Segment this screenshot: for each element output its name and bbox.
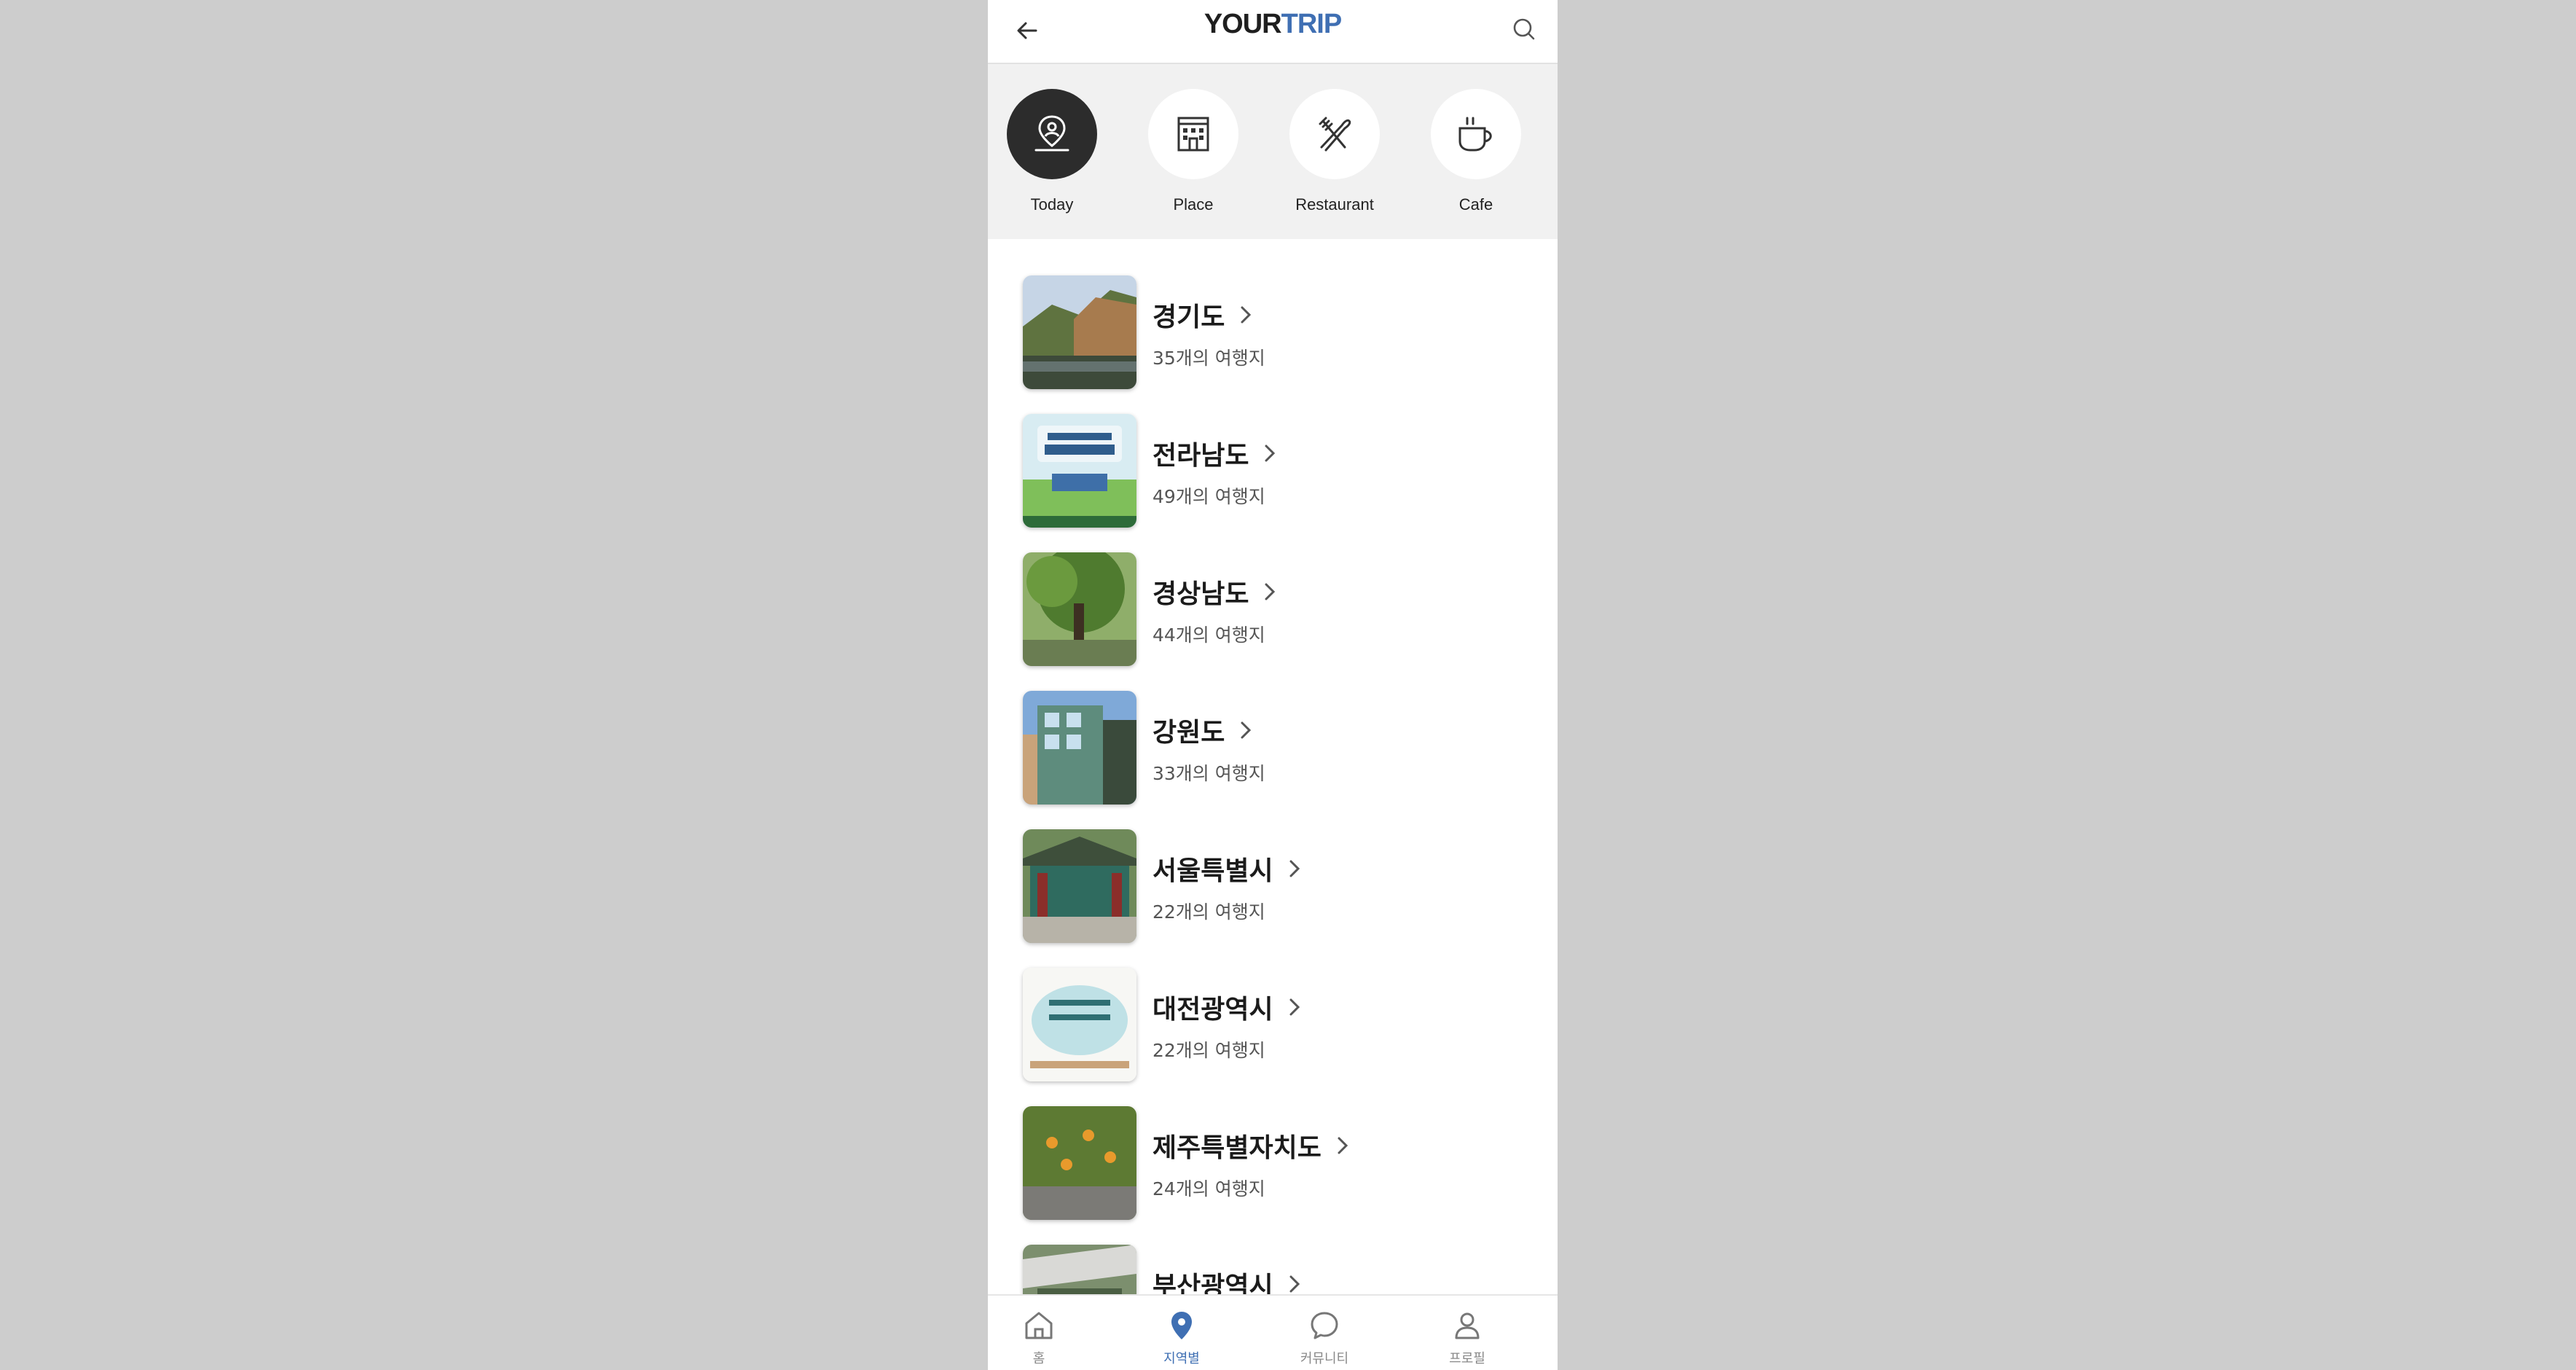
region-title: 전라남도	[1152, 434, 1276, 472]
region-list-item[interactable]: 경기도 35개의 여행지	[1023, 275, 1533, 391]
fork-knife-icon	[1319, 117, 1351, 152]
category-today-circle	[1007, 89, 1097, 179]
region-count: 22개의 여행지	[1152, 901, 1265, 923]
region-thumbnail	[1023, 968, 1136, 1081]
region-name: 강원도	[1152, 718, 1225, 748]
category-place-circle	[1148, 89, 1238, 179]
nav-profile[interactable]: 프로필	[1416, 1309, 1518, 1367]
region-title: 경기도	[1152, 296, 1252, 334]
map-pin-person-icon	[1034, 115, 1069, 152]
region-title: 제주특별자치도	[1152, 1127, 1349, 1164]
region-thumbnail	[1023, 691, 1136, 805]
nav-profile-label: 프로필	[1449, 1351, 1485, 1366]
region-list-item[interactable]: 제주특별자치도 24개의 여행지	[1023, 1106, 1533, 1221]
nav-region[interactable]: 지역별	[1131, 1309, 1233, 1367]
category-cafe[interactable]: Cafe	[1425, 89, 1527, 214]
chevron-right-icon	[1239, 305, 1252, 325]
app-screen: YOURTRIP Today Place Restaurant Cafe 경기도…	[988, 0, 1558, 1370]
region-name: 서울특별시	[1152, 856, 1273, 886]
nav-home[interactable]: 홈	[988, 1309, 1090, 1367]
category-restaurant[interactable]: Restaurant	[1284, 89, 1386, 214]
category-place[interactable]: Place	[1142, 89, 1244, 214]
category-restaurant-circle	[1289, 89, 1380, 179]
building-icon	[1177, 117, 1209, 152]
bottom-navigation: 홈 지역별 커뮤니티 프로필	[988, 1294, 1558, 1370]
app-logo: YOURTRIP	[988, 9, 1558, 40]
chevron-right-icon	[1263, 582, 1276, 602]
category-cafe-circle	[1431, 89, 1521, 179]
chevron-right-icon	[1288, 1274, 1301, 1294]
region-list-item[interactable]: 경상남도 44개의 여행지	[1023, 552, 1533, 668]
search-icon	[1513, 18, 1535, 40]
chevron-right-icon	[1288, 997, 1301, 1017]
category-bar: Today Place Restaurant Cafe	[988, 64, 1558, 239]
logo-text-your: YOUR	[1203, 9, 1282, 39]
top-app-bar: YOURTRIP	[988, 0, 1558, 64]
region-title: 경상남도	[1152, 573, 1276, 611]
region-title: 강원도	[1152, 711, 1252, 749]
chevron-right-icon	[1263, 443, 1276, 463]
region-count: 24개의 여행지	[1152, 1178, 1265, 1199]
region-thumbnail	[1023, 1106, 1136, 1220]
nav-community-label: 커뮤니티	[1300, 1351, 1349, 1366]
category-restaurant-label: Restaurant	[1295, 195, 1374, 214]
region-count: 22개의 여행지	[1152, 1040, 1265, 1061]
region-name: 전라남도	[1152, 441, 1249, 471]
nav-community[interactable]: 커뮤니티	[1273, 1309, 1375, 1367]
region-list-item[interactable]: 강원도 33개의 여행지	[1023, 691, 1533, 806]
chevron-right-icon	[1336, 1135, 1349, 1156]
region-name: 대전광역시	[1152, 995, 1273, 1025]
region-thumbnail	[1023, 414, 1136, 528]
coffee-cup-icon	[1458, 117, 1492, 152]
home-icon	[1025, 1312, 1053, 1339]
nav-region-label: 지역별	[1163, 1351, 1200, 1366]
logo-text-trip: TRIP	[1281, 9, 1343, 39]
region-list-item[interactable]: 서울특별시 22개의 여행지	[1023, 829, 1533, 944]
region-thumbnail	[1023, 552, 1136, 666]
category-place-label: Place	[1173, 195, 1214, 214]
region-name: 경기도	[1152, 302, 1225, 332]
nav-home-label: 홈	[1032, 1351, 1045, 1366]
region-count: 33개의 여행지	[1152, 763, 1265, 784]
person-icon	[1455, 1312, 1480, 1339]
region-title: 대전광역시	[1152, 988, 1301, 1026]
search-button[interactable]	[1505, 10, 1543, 48]
region-name: 경상남도	[1152, 579, 1249, 609]
category-today[interactable]: Today	[1001, 89, 1103, 214]
chevron-right-icon	[1288, 858, 1301, 879]
region-count: 35개의 여행지	[1152, 348, 1265, 369]
region-list-item[interactable]: 전라남도 49개의 여행지	[1023, 414, 1533, 529]
region-thumbnail	[1023, 829, 1136, 943]
region-list-item[interactable]: 대전광역시 22개의 여행지	[1023, 968, 1533, 1083]
chat-bubble-icon	[1311, 1312, 1338, 1339]
category-cafe-label: Cafe	[1458, 195, 1493, 214]
region-count: 49개의 여행지	[1152, 486, 1265, 507]
category-today-label: Today	[1030, 195, 1074, 214]
location-pin-icon	[1171, 1312, 1192, 1339]
region-title: 서울특별시	[1152, 850, 1301, 888]
region-count: 44개의 여행지	[1152, 625, 1265, 646]
region-name: 제주특별자치도	[1152, 1133, 1322, 1163]
chevron-right-icon	[1239, 720, 1252, 740]
region-thumbnail	[1023, 275, 1136, 389]
